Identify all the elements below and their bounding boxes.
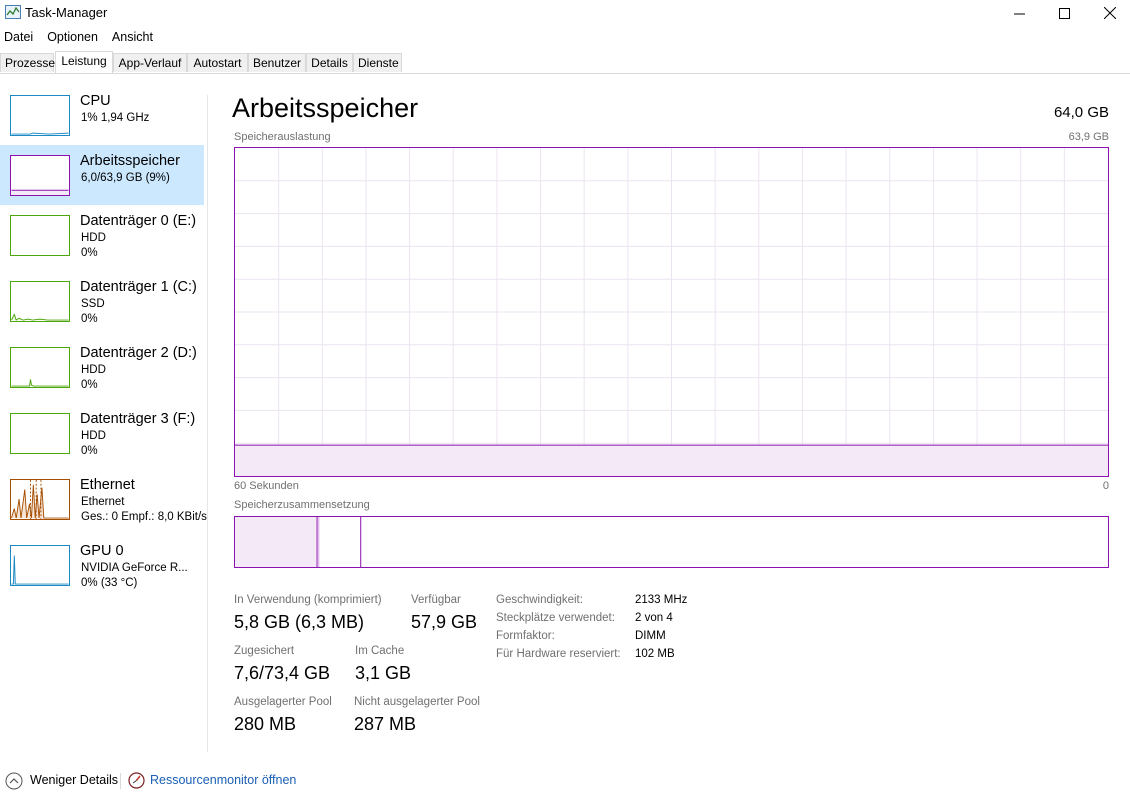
available-value: 57,9 GB <box>411 612 478 632</box>
sidebar-item-name: Ethernet <box>80 477 135 493</box>
sidebar-item-adapter: Ethernet <box>81 496 125 508</box>
cached-value: 3,1 GB <box>355 663 412 683</box>
close-icon <box>1104 7 1116 19</box>
sidebar-item-usage: 0% <box>81 247 98 259</box>
committed-value: 7,6/73,4 GB <box>234 663 331 683</box>
hardware-reserved-key: Für Hardware reserviert: <box>496 648 621 660</box>
tab-bar: Prozesse Leistung App-Verlauf Autostart … <box>0 51 1130 74</box>
speed-value: 2133 MHz <box>635 594 688 606</box>
sidebar-item-name: Datenträger 3 (F:) <box>80 411 196 427</box>
disk-2-thumbnail-graph <box>10 347 70 388</box>
graph-grid <box>235 148 1108 476</box>
tab-startup[interactable]: Autostart <box>187 53 248 72</box>
footer: Weniger Details Ressourcenmonitor öffnen <box>0 768 1130 794</box>
composition-label: Speicherzusammensetzung <box>234 499 370 511</box>
paged-pool-value: 280 MB <box>234 714 297 734</box>
sidebar-item-type: HDD <box>81 430 106 442</box>
slots-value: 2 von 4 <box>635 612 673 624</box>
disk-0-thumbnail-graph <box>10 215 70 256</box>
ethernet-thumbnail-graph <box>10 479 70 520</box>
gpu-thumbnail-graph <box>10 545 70 586</box>
sidebar-item-gpu-0[interactable]: GPU 0 NVIDIA GeForce R... 0% (33 °C) <box>0 535 204 595</box>
tab-users[interactable]: Benutzer <box>248 53 306 72</box>
sidebar-item-name: Arbeitsspeicher <box>80 153 180 169</box>
sidebar-item-ethernet[interactable]: Ethernet Ethernet Ges.: 0 Empf.: 8,0 KBi… <box>0 469 207 529</box>
sidebar-item-memory[interactable]: Arbeitsspeicher 6,0/63,9 GB (9%) <box>0 145 204 205</box>
sidebar-item-name: GPU 0 <box>80 543 124 559</box>
resource-monitor-icon[interactable] <box>128 772 145 789</box>
tab-services[interactable]: Dienste <box>353 53 402 72</box>
maximize-button[interactable] <box>1041 0 1087 26</box>
sidebar-item-disk-2[interactable]: Datenträger 2 (D:) HDD 0% <box>0 337 204 397</box>
sidebar-item-model: NVIDIA GeForce R... <box>81 562 188 574</box>
sidebar-item-usage: 0% (33 °C) <box>81 577 138 589</box>
sidebar-item-name: Datenträger 1 (C:) <box>80 279 197 295</box>
page-title: Arbeitsspeicher <box>232 93 419 123</box>
tab-processes[interactable]: Prozesse <box>0 53 55 72</box>
disk-1-thumbnail-graph <box>10 281 70 322</box>
tab-performance[interactable]: Leistung <box>55 51 113 73</box>
nonpaged-pool-value: 287 MB <box>354 714 417 734</box>
form-factor-key: Formfaktor: <box>496 630 555 642</box>
paged-pool-label: Ausgelagerter Pool <box>234 696 332 708</box>
tab-app-history[interactable]: App-Verlauf <box>113 53 187 72</box>
graph-max-label: 63,9 GB <box>1068 131 1109 143</box>
composition-in-use <box>235 517 318 567</box>
memory-usage-graph <box>234 147 1109 477</box>
usage-area <box>235 445 1108 476</box>
sidebar-item-name: CPU <box>80 93 111 109</box>
sidebar-item-disk-1[interactable]: Datenträger 1 (C:) SSD 0% <box>0 271 204 331</box>
memory-thumbnail-graph <box>10 155 70 196</box>
sidebar-item-detail: 6,0/63,9 GB (9%) <box>81 172 170 184</box>
menu-view[interactable]: Ansicht <box>112 28 153 46</box>
sidebar-item-name: Datenträger 0 (E:) <box>80 213 197 229</box>
graph-time-label: 60 Sekunden <box>234 480 299 492</box>
menu-file[interactable]: Datei <box>4 28 33 46</box>
available-label: Verfügbar <box>411 594 461 606</box>
sidebar-item-type: HDD <box>81 232 106 244</box>
sidebar-item-cpu[interactable]: CPU 1% 1,94 GHz <box>0 85 204 145</box>
graph-zero-label: 0 <box>1102 480 1109 492</box>
sidebar-item-disk-3[interactable]: Datenträger 3 (F:) HDD 0% <box>0 403 204 463</box>
menu-options[interactable]: Optionen <box>47 28 98 46</box>
minimize-button[interactable] <box>996 0 1042 26</box>
disk-3-thumbnail-graph <box>10 413 70 454</box>
chevron-up-circle-icon[interactable] <box>5 772 23 790</box>
sidebar-divider <box>207 95 208 752</box>
tab-details[interactable]: Details <box>306 53 353 72</box>
footer-separator <box>120 773 121 789</box>
menu-bar: Datei Optionen Ansicht <box>0 28 163 46</box>
in-use-label: In Verwendung (komprimiert) <box>234 594 382 606</box>
sidebar-item-detail: 1% 1,94 GHz <box>81 112 150 124</box>
maximize-icon <box>1058 7 1070 19</box>
speed-key: Geschwindigkeit: <box>496 594 583 606</box>
title-bar: Task-Manager <box>0 0 1130 26</box>
sidebar-item-usage: 0% <box>81 313 98 325</box>
sidebar-item-name: Datenträger 2 (D:) <box>80 345 197 361</box>
sidebar-item-type: SSD <box>81 298 105 310</box>
cached-label: Im Cache <box>355 645 405 657</box>
sidebar-item-type: HDD <box>81 364 106 376</box>
sidebar-item-throughput: Ges.: 0 Empf.: 8,0 KBit/s <box>81 511 207 523</box>
minimize-icon <box>1013 13 1025 14</box>
total-memory: 64,0 GB <box>1053 104 1109 121</box>
sidebar-item-disk-0[interactable]: Datenträger 0 (E:) HDD 0% <box>0 205 204 265</box>
memory-composition-bar <box>234 516 1109 568</box>
resource-monitor-link[interactable]: Ressourcenmonitor öffnen <box>150 773 296 787</box>
window-title: Task-Manager <box>25 5 108 20</box>
sidebar-item-usage: 0% <box>81 445 98 457</box>
graph-label: Speicherauslastung <box>234 131 331 143</box>
task-manager-icon <box>5 5 21 19</box>
in-use-value: 5,8 GB (6,3 MB) <box>234 612 365 632</box>
fewer-details-button[interactable]: Weniger Details <box>30 773 118 787</box>
hardware-reserved-value: 102 MB <box>635 648 675 660</box>
close-button[interactable] <box>1087 0 1130 26</box>
sidebar-item-usage: 0% <box>81 379 98 391</box>
cpu-thumbnail-graph <box>10 95 70 136</box>
nonpaged-pool-label: Nicht ausgelagerter Pool <box>354 696 480 708</box>
slots-key: Steckplätze verwendet: <box>496 612 615 624</box>
form-factor-value: DIMM <box>635 630 666 642</box>
committed-label: Zugesichert <box>234 645 295 657</box>
